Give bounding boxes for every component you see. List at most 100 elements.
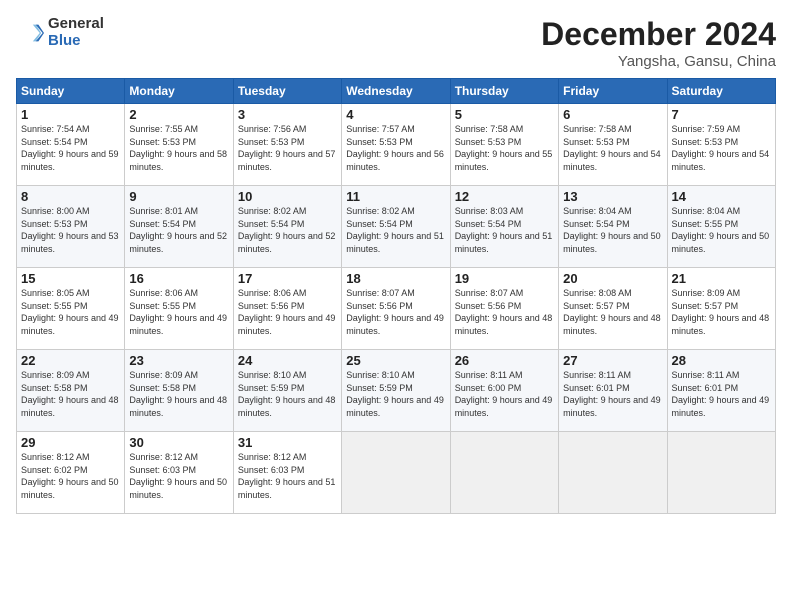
day-info: Sunrise: 8:04 AMSunset: 5:54 PMDaylight:… — [563, 206, 661, 254]
day-number: 25 — [346, 353, 445, 368]
empty-cell — [450, 432, 558, 514]
day-number: 6 — [563, 107, 662, 122]
day-info: Sunrise: 8:12 AMSunset: 6:03 PMDaylight:… — [129, 452, 227, 500]
table-row: 7 Sunrise: 7:59 AMSunset: 5:53 PMDayligh… — [667, 104, 775, 186]
location: Yangsha, Gansu, China — [541, 53, 776, 70]
day-number: 10 — [238, 189, 337, 204]
day-info: Sunrise: 8:03 AMSunset: 5:54 PMDaylight:… — [455, 206, 553, 254]
day-info: Sunrise: 8:11 AMSunset: 6:00 PMDaylight:… — [455, 370, 553, 418]
day-number: 16 — [129, 271, 228, 286]
table-row: 13 Sunrise: 8:04 AMSunset: 5:54 PMDaylig… — [559, 186, 667, 268]
empty-cell — [342, 432, 450, 514]
table-row: 6 Sunrise: 7:58 AMSunset: 5:53 PMDayligh… — [559, 104, 667, 186]
day-number: 15 — [21, 271, 120, 286]
day-info: Sunrise: 8:06 AMSunset: 5:56 PMDaylight:… — [238, 288, 336, 336]
day-info: Sunrise: 7:59 AMSunset: 5:53 PMDaylight:… — [672, 124, 770, 172]
day-number: 17 — [238, 271, 337, 286]
day-info: Sunrise: 8:11 AMSunset: 6:01 PMDaylight:… — [563, 370, 661, 418]
day-info: Sunrise: 8:04 AMSunset: 5:55 PMDaylight:… — [672, 206, 770, 254]
header-thursday: Thursday — [450, 79, 558, 104]
day-number: 9 — [129, 189, 228, 204]
day-info: Sunrise: 8:08 AMSunset: 5:57 PMDaylight:… — [563, 288, 661, 336]
table-row: 26 Sunrise: 8:11 AMSunset: 6:00 PMDaylig… — [450, 350, 558, 432]
table-row: 18 Sunrise: 8:07 AMSunset: 5:56 PMDaylig… — [342, 268, 450, 350]
logo-text: General Blue — [48, 16, 104, 49]
calendar-header: General Blue December 2024 Yangsha, Gans… — [16, 16, 776, 70]
day-info: Sunrise: 8:09 AMSunset: 5:57 PMDaylight:… — [672, 288, 770, 336]
title-block: December 2024 Yangsha, Gansu, China — [541, 16, 776, 70]
calendar-week-row: 29 Sunrise: 8:12 AMSunset: 6:02 PMDaylig… — [17, 432, 776, 514]
table-row: 3 Sunrise: 7:56 AMSunset: 5:53 PMDayligh… — [233, 104, 341, 186]
table-row: 4 Sunrise: 7:57 AMSunset: 5:53 PMDayligh… — [342, 104, 450, 186]
header-sunday: Sunday — [17, 79, 125, 104]
day-number: 7 — [672, 107, 771, 122]
day-number: 29 — [21, 435, 120, 450]
header-friday: Friday — [559, 79, 667, 104]
table-row: 29 Sunrise: 8:12 AMSunset: 6:02 PMDaylig… — [17, 432, 125, 514]
calendar-week-row: 22 Sunrise: 8:09 AMSunset: 5:58 PMDaylig… — [17, 350, 776, 432]
day-number: 4 — [346, 107, 445, 122]
table-row: 31 Sunrise: 8:12 AMSunset: 6:03 PMDaylig… — [233, 432, 341, 514]
day-info: Sunrise: 8:12 AMSunset: 6:03 PMDaylight:… — [238, 452, 336, 500]
day-info: Sunrise: 8:10 AMSunset: 5:59 PMDaylight:… — [238, 370, 336, 418]
day-number: 23 — [129, 353, 228, 368]
header-wednesday: Wednesday — [342, 79, 450, 104]
day-info: Sunrise: 8:07 AMSunset: 5:56 PMDaylight:… — [346, 288, 444, 336]
day-number: 13 — [563, 189, 662, 204]
table-row: 17 Sunrise: 8:06 AMSunset: 5:56 PMDaylig… — [233, 268, 341, 350]
day-number: 27 — [563, 353, 662, 368]
table-row: 22 Sunrise: 8:09 AMSunset: 5:58 PMDaylig… — [17, 350, 125, 432]
logo: General Blue — [16, 16, 104, 49]
day-number: 8 — [21, 189, 120, 204]
day-number: 3 — [238, 107, 337, 122]
logo-icon — [16, 19, 44, 47]
weekday-header-row: Sunday Monday Tuesday Wednesday Thursday… — [17, 79, 776, 104]
day-info: Sunrise: 8:02 AMSunset: 5:54 PMDaylight:… — [346, 206, 444, 254]
table-row: 14 Sunrise: 8:04 AMSunset: 5:55 PMDaylig… — [667, 186, 775, 268]
day-info: Sunrise: 7:54 AMSunset: 5:54 PMDaylight:… — [21, 124, 119, 172]
table-row: 9 Sunrise: 8:01 AMSunset: 5:54 PMDayligh… — [125, 186, 233, 268]
day-number: 1 — [21, 107, 120, 122]
month-title: December 2024 — [541, 16, 776, 53]
table-row: 16 Sunrise: 8:06 AMSunset: 5:55 PMDaylig… — [125, 268, 233, 350]
table-row: 10 Sunrise: 8:02 AMSunset: 5:54 PMDaylig… — [233, 186, 341, 268]
day-number: 14 — [672, 189, 771, 204]
day-number: 18 — [346, 271, 445, 286]
calendar-table: Sunday Monday Tuesday Wednesday Thursday… — [16, 78, 776, 514]
header-tuesday: Tuesday — [233, 79, 341, 104]
table-row: 8 Sunrise: 8:00 AMSunset: 5:53 PMDayligh… — [17, 186, 125, 268]
table-row: 25 Sunrise: 8:10 AMSunset: 5:59 PMDaylig… — [342, 350, 450, 432]
header-monday: Monday — [125, 79, 233, 104]
day-info: Sunrise: 8:05 AMSunset: 5:55 PMDaylight:… — [21, 288, 119, 336]
header-saturday: Saturday — [667, 79, 775, 104]
day-number: 20 — [563, 271, 662, 286]
day-info: Sunrise: 8:02 AMSunset: 5:54 PMDaylight:… — [238, 206, 336, 254]
table-row: 20 Sunrise: 8:08 AMSunset: 5:57 PMDaylig… — [559, 268, 667, 350]
day-number: 2 — [129, 107, 228, 122]
day-number: 31 — [238, 435, 337, 450]
day-number: 12 — [455, 189, 554, 204]
day-info: Sunrise: 7:58 AMSunset: 5:53 PMDaylight:… — [455, 124, 553, 172]
day-number: 11 — [346, 189, 445, 204]
day-info: Sunrise: 8:11 AMSunset: 6:01 PMDaylight:… — [672, 370, 770, 418]
table-row: 27 Sunrise: 8:11 AMSunset: 6:01 PMDaylig… — [559, 350, 667, 432]
day-info: Sunrise: 8:07 AMSunset: 5:56 PMDaylight:… — [455, 288, 553, 336]
day-info: Sunrise: 8:06 AMSunset: 5:55 PMDaylight:… — [129, 288, 227, 336]
calendar-week-row: 15 Sunrise: 8:05 AMSunset: 5:55 PMDaylig… — [17, 268, 776, 350]
day-number: 30 — [129, 435, 228, 450]
day-number: 24 — [238, 353, 337, 368]
table-row: 19 Sunrise: 8:07 AMSunset: 5:56 PMDaylig… — [450, 268, 558, 350]
table-row: 2 Sunrise: 7:55 AMSunset: 5:53 PMDayligh… — [125, 104, 233, 186]
calendar-week-row: 1 Sunrise: 7:54 AMSunset: 5:54 PMDayligh… — [17, 104, 776, 186]
day-number: 19 — [455, 271, 554, 286]
day-info: Sunrise: 8:10 AMSunset: 5:59 PMDaylight:… — [346, 370, 444, 418]
day-info: Sunrise: 7:58 AMSunset: 5:53 PMDaylight:… — [563, 124, 661, 172]
day-info: Sunrise: 7:56 AMSunset: 5:53 PMDaylight:… — [238, 124, 336, 172]
table-row: 12 Sunrise: 8:03 AMSunset: 5:54 PMDaylig… — [450, 186, 558, 268]
day-info: Sunrise: 8:09 AMSunset: 5:58 PMDaylight:… — [129, 370, 227, 418]
table-row: 5 Sunrise: 7:58 AMSunset: 5:53 PMDayligh… — [450, 104, 558, 186]
table-row: 28 Sunrise: 8:11 AMSunset: 6:01 PMDaylig… — [667, 350, 775, 432]
calendar-container: General Blue December 2024 Yangsha, Gans… — [0, 0, 792, 522]
day-info: Sunrise: 8:00 AMSunset: 5:53 PMDaylight:… — [21, 206, 119, 254]
day-info: Sunrise: 8:01 AMSunset: 5:54 PMDaylight:… — [129, 206, 227, 254]
